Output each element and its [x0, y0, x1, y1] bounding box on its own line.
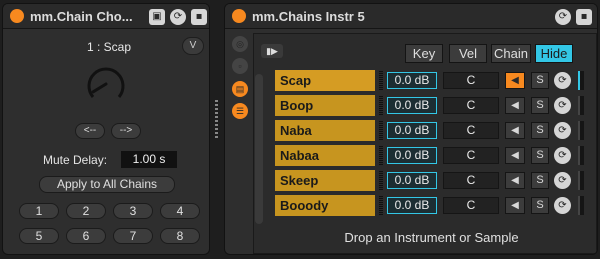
chain-row[interactable]: Boop 0.0 dB C ◀ S ⟳	[275, 95, 588, 116]
output-meter	[578, 121, 584, 140]
next-chain-button[interactable]: -->	[111, 123, 141, 139]
chain-select-icon[interactable]: ⟳	[554, 147, 571, 164]
chain-select-icon[interactable]: ⟳	[554, 72, 571, 89]
mute-delay-label: Mute Delay:	[43, 153, 108, 167]
macro-icon[interactable]: ◎	[232, 36, 248, 52]
device-title: mm.Chains Instr 5	[252, 9, 365, 24]
chain-row[interactable]: Naba 0.0 dB C ◀ S ⟳	[275, 120, 588, 141]
device-list-icon[interactable]: ☰	[232, 103, 248, 119]
output-meter	[578, 171, 584, 190]
chain-list-panel	[253, 33, 597, 254]
chain-meter	[379, 71, 383, 90]
chain-volume[interactable]: 0.0 dB	[387, 72, 437, 89]
tab-hide[interactable]: Hide	[535, 44, 573, 63]
solo-button[interactable]: S	[531, 197, 549, 214]
speaker-icon[interactable]: ◀	[505, 122, 525, 139]
instrument-rack-device: mm.Chains Instr 5 ⟳ ▪ ◎ ▫ ▤ ☰ ▮▶ Key Vel…	[224, 3, 598, 255]
chain-number-button-3[interactable]: 3	[113, 203, 153, 219]
mute-delay-field[interactable]: 1.00 s	[121, 151, 177, 168]
speaker-icon[interactable]: ◀	[505, 147, 525, 164]
chain-select-icon[interactable]: ⟳	[554, 197, 571, 214]
chain-name[interactable]: Scap	[275, 70, 375, 91]
save-icon[interactable]: ▪	[191, 9, 207, 25]
chain-pan[interactable]: C	[443, 197, 499, 214]
speaker-icon[interactable]: ◀	[505, 72, 525, 89]
chain-number-button-8[interactable]: 8	[160, 228, 200, 244]
chain-pan[interactable]: C	[443, 72, 499, 89]
tab-key[interactable]: Key	[405, 44, 443, 63]
speaker-icon[interactable]: ◀	[505, 197, 525, 214]
chain-select-knob[interactable]	[85, 63, 127, 105]
chain-pan[interactable]: C	[443, 122, 499, 139]
tab-chain[interactable]: Chain	[491, 44, 531, 63]
chain-select-icon[interactable]: ⟳	[554, 122, 571, 139]
chain-name[interactable]: Booody	[275, 195, 375, 216]
power-icon[interactable]	[232, 9, 246, 23]
chain-select-icon[interactable]: ⟳	[554, 97, 571, 114]
tab-vel[interactable]: Vel	[449, 44, 487, 63]
chain-pan[interactable]: C	[443, 97, 499, 114]
chain-meter	[379, 196, 383, 215]
chain-number-button-4[interactable]: 4	[160, 203, 200, 219]
chain-name[interactable]: Naba	[275, 120, 375, 141]
solo-button[interactable]: S	[531, 97, 549, 114]
output-meter	[578, 96, 584, 115]
chain-list-scrollbar[interactable]	[255, 74, 263, 224]
device-drag-handle[interactable]	[215, 100, 218, 140]
chain-meter	[379, 146, 383, 165]
chain-number-button-5[interactable]: 5	[19, 228, 59, 244]
chain-list-icon[interactable]: ▤	[232, 81, 248, 97]
chain-volume[interactable]: 0.0 dB	[387, 197, 437, 214]
chain-number-button-6[interactable]: 6	[66, 228, 106, 244]
output-meter	[578, 146, 584, 165]
cycle-icon[interactable]: ⟳	[170, 9, 186, 25]
chain-row[interactable]: Scap 0.0 dB C ◀ S ⟳	[275, 70, 588, 91]
solo-button[interactable]: S	[531, 122, 549, 139]
device-title: mm.Chain Cho...	[30, 9, 133, 24]
solo-button[interactable]: S	[531, 172, 549, 189]
chain-meter	[379, 96, 383, 115]
chain-volume[interactable]: 0.0 dB	[387, 97, 437, 114]
chain-row[interactable]: Booody 0.0 dB C ◀ S ⟳	[275, 195, 588, 216]
solo-button[interactable]: S	[531, 72, 549, 89]
chain-chooser-device: mm.Chain Cho... ▣ ⟳ ▪ 1 : Scap V <-- -->…	[2, 3, 210, 255]
speaker-icon[interactable]: ◀	[505, 172, 525, 189]
apply-to-all-button[interactable]: Apply to All Chains	[39, 176, 175, 193]
chain-row[interactable]: Skeep 0.0 dB C ◀ S ⟳	[275, 170, 588, 191]
chain-pan[interactable]: C	[443, 172, 499, 189]
title-bar: mm.Chains Instr 5 ⟳ ▪	[225, 4, 597, 29]
chain-name[interactable]: Nabaa	[275, 145, 375, 166]
chain-number-button-2[interactable]: 2	[66, 203, 106, 219]
chain-row[interactable]: Nabaa 0.0 dB C ◀ S ⟳	[275, 145, 588, 166]
chain-volume[interactable]: 0.0 dB	[387, 172, 437, 189]
v-button[interactable]: V	[182, 37, 204, 55]
solo-button[interactable]: S	[531, 147, 549, 164]
chain-volume[interactable]: 0.0 dB	[387, 122, 437, 139]
save-icon[interactable]: ▪	[576, 9, 592, 25]
chain-meter	[379, 121, 383, 140]
speaker-icon[interactable]: ◀	[505, 97, 525, 114]
chain-meter	[379, 171, 383, 190]
chain-volume[interactable]: 0.0 dB	[387, 147, 437, 164]
chain-display: 1 : Scap	[86, 40, 132, 54]
drop-zone-hint[interactable]: Drop an Instrument or Sample	[275, 230, 588, 245]
output-meter	[578, 196, 584, 215]
output-meter	[578, 71, 584, 90]
chain-name[interactable]: Boop	[275, 95, 375, 116]
title-bar: mm.Chain Cho... ▣ ⟳ ▪	[3, 4, 209, 29]
pin-icon[interactable]: ▣	[149, 9, 165, 25]
chain-select-icon[interactable]: ⟳	[554, 172, 571, 189]
random-icon[interactable]: ▫	[232, 58, 248, 74]
cycle-icon[interactable]: ⟳	[555, 9, 571, 25]
chain-number-button-1[interactable]: 1	[19, 203, 59, 219]
power-icon[interactable]	[10, 9, 24, 23]
auto-select-icon[interactable]: ▮▶	[261, 44, 283, 58]
chain-name[interactable]: Skeep	[275, 170, 375, 191]
prev-chain-button[interactable]: <--	[75, 123, 105, 139]
chain-pan[interactable]: C	[443, 147, 499, 164]
chain-number-button-7[interactable]: 7	[113, 228, 153, 244]
